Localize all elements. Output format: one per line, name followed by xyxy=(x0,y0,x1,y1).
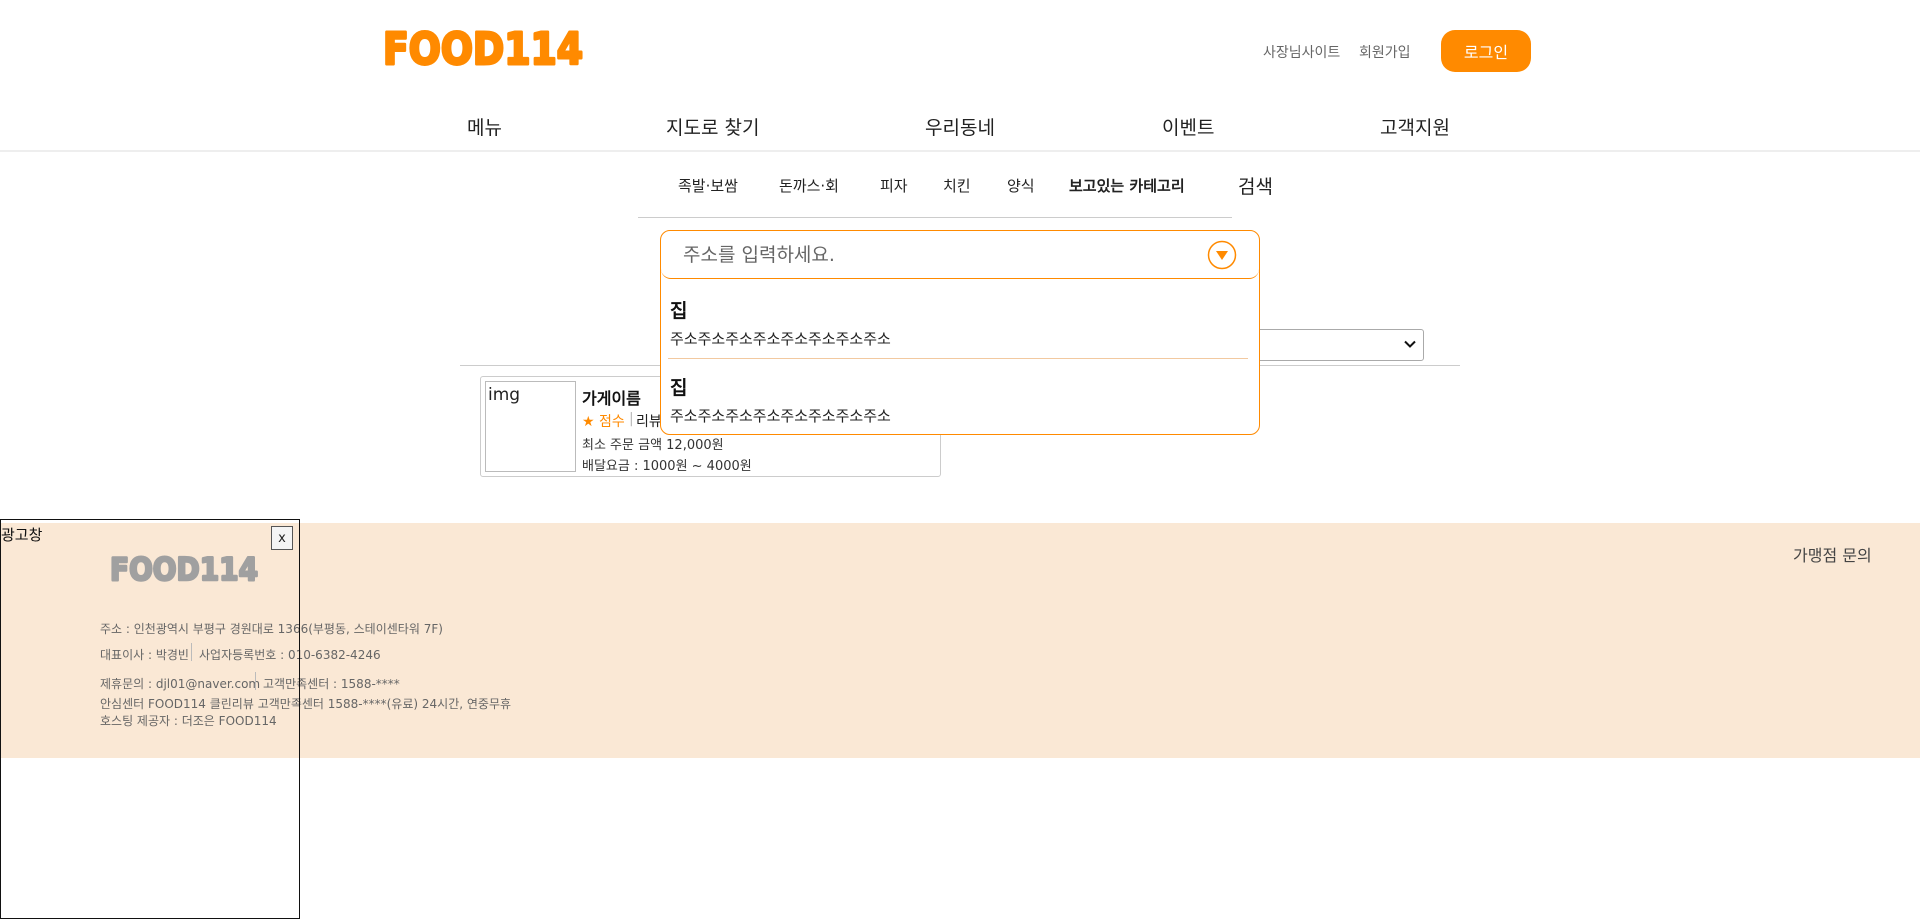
ad-close-button[interactable]: x xyxy=(271,526,293,550)
franchise-inquiry-link[interactable]: 가맹점 문의 xyxy=(1793,542,1872,566)
store-review: 리뷰 xyxy=(636,414,662,430)
store-score: ★ 점수 xyxy=(582,414,625,430)
nav-menu[interactable]: 메뉴 xyxy=(467,113,502,140)
nav-map-search[interactable]: 지도로 찾기 xyxy=(666,113,759,140)
address-item-address[interactable]: 주소주소주소주소주소주소주소주소 xyxy=(670,328,891,349)
category-jokbal[interactable]: 족발·보쌈 xyxy=(678,175,738,196)
address-item-address[interactable]: 주소주소주소주소주소주소주소주소 xyxy=(670,405,891,426)
category-western[interactable]: 양식 xyxy=(1007,175,1035,196)
logo-text: FOOD114 xyxy=(383,24,583,72)
score-separator: | xyxy=(629,411,634,427)
address-item-divider xyxy=(668,358,1248,359)
owner-site-link[interactable]: 사장님사이트 xyxy=(1263,42,1340,62)
store-image: img xyxy=(485,381,576,472)
category-divider xyxy=(638,217,1232,218)
signup-link[interactable]: 회원가입 xyxy=(1359,42,1411,62)
category-chicken[interactable]: 치킨 xyxy=(943,175,971,196)
address-item-title[interactable]: 집 xyxy=(670,373,687,400)
login-button[interactable]: 로그인 xyxy=(1441,30,1531,72)
food114-logo[interactable]: FOOD114 xyxy=(383,22,588,73)
ad-window-title: 광고창 xyxy=(1,526,43,544)
sort-select[interactable] xyxy=(1250,329,1424,361)
address-item-title[interactable]: 집 xyxy=(670,296,687,323)
chevron-down-icon xyxy=(1404,340,1416,348)
category-pizza[interactable]: 피자 xyxy=(880,175,908,196)
category-donkatsu[interactable]: 돈까스·회 xyxy=(779,175,839,196)
category-search-button[interactable]: 검색 xyxy=(1238,172,1273,199)
nav-divider xyxy=(0,150,1920,152)
address-input[interactable] xyxy=(661,231,1259,279)
nav-neighborhood[interactable]: 우리동네 xyxy=(925,113,995,140)
dropdown-toggle-icon[interactable] xyxy=(1207,240,1237,270)
ad-window xyxy=(0,519,300,919)
store-name: 가게이름 xyxy=(582,389,641,408)
category-current[interactable]: 보고있는 카테고리 xyxy=(1069,175,1185,196)
nav-support[interactable]: 고객지원 xyxy=(1380,113,1450,140)
store-min-order: 최소 주문 금액 12,000원 xyxy=(582,438,724,453)
nav-event[interactable]: 이벤트 xyxy=(1162,113,1214,140)
store-delivery-fee: 배달요금 : 1000원 ~ 4000원 xyxy=(582,459,752,474)
